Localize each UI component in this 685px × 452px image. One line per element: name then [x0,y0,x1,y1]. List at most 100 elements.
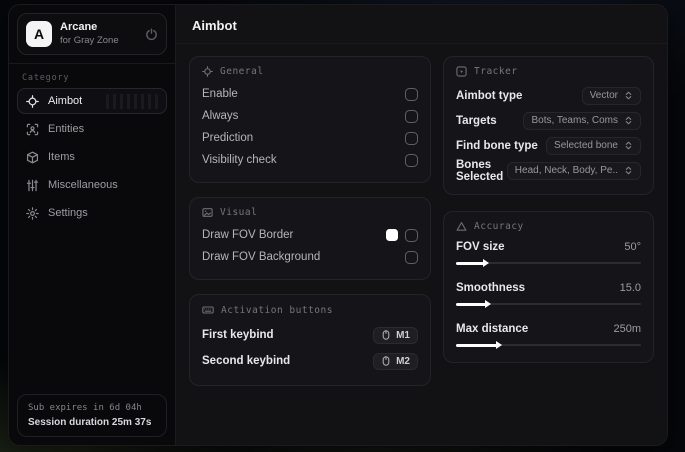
power-icon[interactable] [145,28,158,41]
entities-icon [26,123,39,136]
chevron-up-down-icon [624,91,633,100]
sidebar-item-miscellaneous[interactable]: Miscellaneous [17,172,167,198]
smoothness-slider[interactable] [456,300,641,308]
slider-fill [456,300,491,308]
targets-dropdown[interactable]: Bots, Teams, Coms [523,111,641,130]
mouse-icon [381,330,391,340]
setting-row: Enable [202,83,418,105]
sidebar-item-items[interactable]: Items [17,144,167,170]
accuracy-card: Accuracy FOV size 50° Smoothness 15.0 Ma… [443,211,654,363]
visual-card-header: Visual [202,207,418,218]
tracker-row: Bones Selected Head, Neck, Body, Pe.. [456,158,641,183]
slider-fill [456,259,489,267]
dropdown-value: Selected bone [554,140,618,151]
watermark [106,94,158,109]
dropdown-value: Vector [589,90,618,101]
setting-controls [386,228,418,242]
sidebar-item-aimbot[interactable]: Aimbot [17,88,167,114]
slider-label: Smoothness [456,282,526,294]
enable-checkbox[interactable] [405,87,418,101]
sub-expires-text: Sub expires in 6d 04h [28,403,142,413]
sidebar-item-label: Miscellaneous [48,179,118,191]
setting-label: Draw FOV Border [202,229,294,241]
general-card-header: General [202,66,418,77]
right-column: Tracker Aimbot type Vector Targets Bots,… [443,56,654,363]
activation-card: Activation buttons First keybind M1 Seco… [189,294,431,386]
chevron-up-down-icon [624,166,633,175]
subscription-card: Sub expires in 6d 04h Session duration 2… [17,394,167,437]
sliders-icon [26,179,39,192]
card-title: Accuracy [474,221,524,232]
box-icon [26,151,39,164]
setting-row: Always [202,105,418,127]
fov-background-checkbox[interactable] [405,250,418,264]
slider-value: 250m [613,323,641,335]
chevron-up-down-icon [624,116,633,125]
app-header-card: A Arcane for Gray Zone [17,13,167,55]
tracker-row: Targets Bots, Teams, Coms [456,108,641,133]
fov-size-slider[interactable] [456,259,641,267]
crosshair-icon [202,66,213,77]
sidebar: A Arcane for Gray Zone Category Aimbot E… [9,5,176,445]
keyboard-icon [202,304,214,316]
card-title: General [220,66,264,77]
sidebar-item-label: Settings [48,207,88,219]
main-panel: Aimbot General Enable Always Prediction … [176,5,667,445]
slider-value: 50° [624,241,641,253]
always-checkbox[interactable] [405,109,418,123]
main-content: General Enable Always Prediction Visibil… [176,44,667,398]
setting-row: Draw FOV Border [202,224,418,246]
dropdown-value: Head, Neck, Body, Pe.. [514,165,618,176]
setting-row: Visibility check [202,149,418,171]
left-column: General Enable Always Prediction Visibil… [189,56,431,386]
desktop-background: A Arcane for Gray Zone Category Aimbot E… [0,0,685,452]
triangle-icon [456,221,467,232]
sidebar-item-settings[interactable]: Settings [17,200,167,226]
keybind-row: Second keybind M2 [202,348,418,374]
keybind-value: M1 [396,329,410,341]
tracker-label: Find bone type [456,139,538,152]
setting-row: Draw FOV Background [202,246,418,268]
keybind-label: First keybind [202,329,274,341]
tracker-card-header: Tracker [456,66,641,77]
slider-label: Max distance [456,323,529,335]
tracker-label: Aimbot type [456,89,523,102]
app-window: A Arcane for Gray Zone Category Aimbot E… [8,4,668,446]
card-title: Tracker [474,66,518,77]
tracker-label: Bones Selected [456,158,504,183]
prediction-checkbox[interactable] [405,131,418,145]
tracker-row: Aimbot type Vector [456,83,641,108]
setting-label: Draw FOV Background [202,251,321,263]
app-subtitle: for Gray Zone [60,34,119,46]
setting-label: Always [202,110,239,122]
sidebar-item-entities[interactable]: Entities [17,116,167,142]
mouse-icon [381,356,391,366]
tracker-label: Targets [456,114,497,127]
keybind-value: M2 [396,355,410,367]
visual-card: Visual Draw FOV Border Draw FOV Backgrou… [189,197,431,280]
bones-selected-dropdown[interactable]: Head, Neck, Body, Pe.. [506,161,641,180]
color-swatch[interactable] [386,229,398,241]
session-duration-text: Session duration 25m 37s [28,417,152,428]
sidebar-nav: Aimbot Entities Items Miscellaneous Sett… [9,88,175,226]
activation-card-header: Activation buttons [202,304,418,316]
slider-row: Smoothness 15.0 [456,279,641,308]
app-titles: Arcane for Gray Zone [60,21,137,47]
aimbot-type-dropdown[interactable]: Vector [581,86,641,105]
keybind-row: First keybind M1 [202,322,418,348]
find-bone-type-dropdown[interactable]: Selected bone [546,136,641,155]
first-keybind-button[interactable]: M1 [373,326,418,344]
max-distance-slider[interactable] [456,341,641,349]
setting-label: Prediction [202,132,254,144]
card-title: Activation buttons [221,304,333,316]
category-label: Category [22,73,70,83]
keybind-label: Second keybind [202,355,291,367]
chevron-up-down-icon [624,141,633,150]
page-title: Aimbot [192,18,237,33]
fov-border-checkbox[interactable] [405,228,418,242]
setting-label: Visibility check [202,154,277,166]
main-header: Aimbot [176,5,667,44]
second-keybind-button[interactable]: M2 [373,352,418,370]
tracker-row: Find bone type Selected bone [456,133,641,158]
visibility-check-checkbox[interactable] [405,153,418,167]
